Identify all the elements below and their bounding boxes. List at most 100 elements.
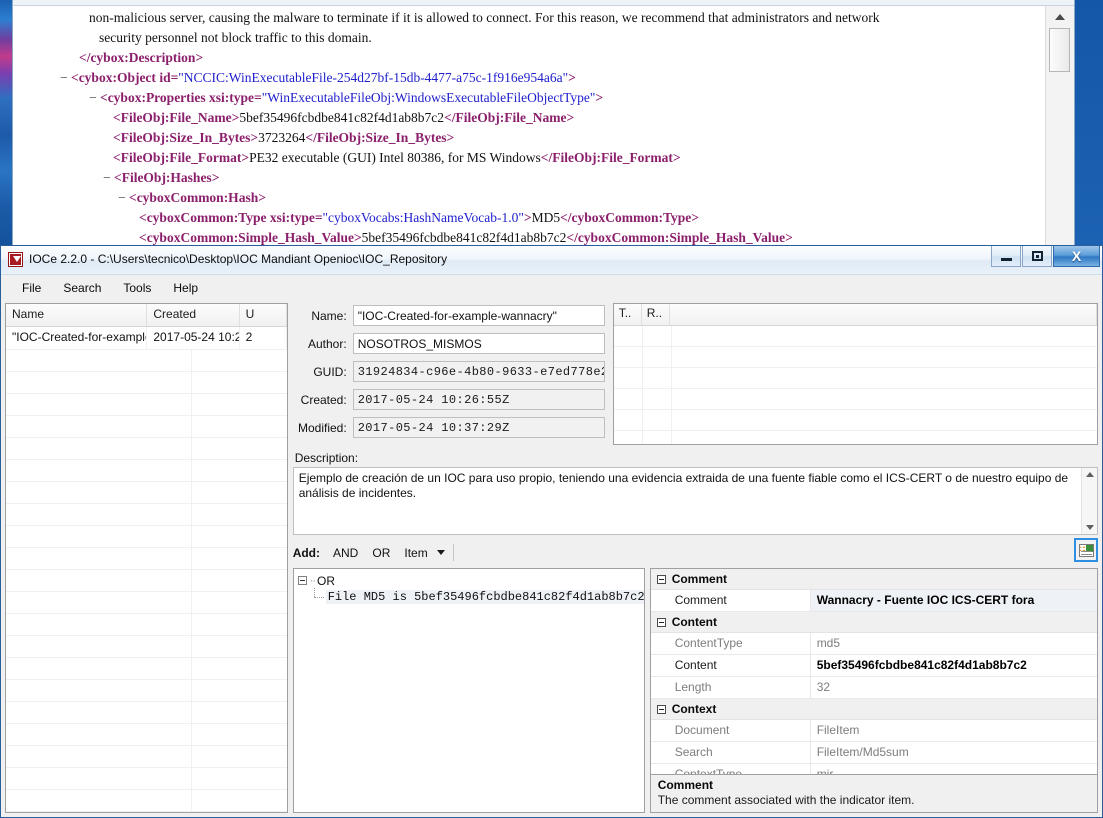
xml-text: non-malicious server, causing the malwar…	[13, 6, 1045, 245]
property-group-label: Context	[671, 702, 717, 716]
collapse-icon[interactable]	[656, 617, 666, 627]
menu-tools[interactable]: Tools	[112, 278, 162, 298]
property-grid[interactable]: Comment Comment Wannacry - Fuente IOC ICS-…	[649, 568, 1098, 775]
field-row-created: Created: 2017-05-24 10:26:55Z	[293, 387, 605, 412]
description-field[interactable]: Ejemplo de creación de un IOC para uso p…	[292, 467, 1098, 535]
xml-txt: 5bef35496fcbdbe841c82f4d1ab8b7c2	[361, 230, 567, 245]
label-name: Name:	[311, 308, 347, 323]
property-row[interactable]: Content 5bef35496fcbdbe841c82f4d1ab8b7c2	[650, 655, 1097, 677]
column-header-blank[interactable]	[670, 304, 1097, 325]
property-value[interactable]: mir	[811, 764, 1097, 774]
description-scrollbar[interactable]	[1081, 468, 1097, 534]
insert-image-button[interactable]	[1074, 538, 1098, 562]
close-icon: X	[1071, 248, 1082, 264]
maximize-button[interactable]	[1022, 246, 1052, 267]
xml-txt: 5bef35496fcbdbe841c82f4d1ab8b7c2	[239, 110, 445, 125]
property-value[interactable]: 5bef35496fcbdbe841c82f4d1ab8b7c2	[811, 655, 1097, 676]
tree-node-or[interactable]: ·· OR	[297, 573, 644, 589]
column-header-updated[interactable]: U	[240, 304, 287, 326]
property-group-header[interactable]: Content	[650, 612, 1097, 633]
menu-search[interactable]: Search	[52, 278, 112, 298]
label-author: Author:	[307, 336, 347, 351]
add-and-button[interactable]: AND	[326, 543, 365, 563]
property-value[interactable]: FileItem/Md5sum	[811, 742, 1097, 763]
xml-tag: >	[568, 70, 576, 85]
property-name: Document	[651, 720, 811, 741]
xml-line: <FileObj:File_Format>PE32 executable (GU…	[13, 148, 1045, 168]
xml-line: − <cyboxCommon:Hash>	[13, 188, 1045, 208]
xml-val: "cyboxVocabs:HashNameVocab-1.0"	[322, 210, 524, 225]
app-icon	[8, 252, 23, 267]
xml-txt: 3723264	[258, 130, 306, 145]
tree-elbow-icon	[312, 588, 326, 604]
property-row[interactable]: ContextType mir	[651, 764, 1097, 774]
description-text[interactable]: Ejemplo de creación de un IOC para uso p…	[294, 468, 1081, 534]
created-input: 2017-05-24 10:26:55Z	[352, 389, 605, 410]
property-row[interactable]: Document FileItem	[650, 720, 1097, 742]
xml-attr: xsi:type=	[209, 90, 262, 105]
scroll-up-icon[interactable]	[1085, 472, 1094, 477]
xml-tag: </cyboxCommon:Simple_Hash_Value>	[566, 230, 793, 245]
indicator-tree[interactable]: ·· OR File MD5 is 5bef35496fcbdbe841c82f…	[292, 568, 645, 813]
table-row[interactable]: "IOC-Created-for-example-wannacry" 2017-…	[6, 327, 287, 350]
xml-scrollbar[interactable]	[1045, 6, 1074, 245]
property-help-pane: Comment The comment associated with the …	[649, 775, 1098, 813]
label-created: Created:	[300, 392, 347, 407]
column-header-created[interactable]: Created	[147, 304, 240, 326]
xml-attr: id=	[159, 70, 179, 85]
add-toolbar: Add: AND OR Item	[292, 538, 1098, 566]
definition-area: ·· OR File MD5 is 5bef35496fcbdbe841c82f…	[292, 568, 1098, 813]
title-bar[interactable]: IOCe 2.2.0 - C:\Users\tecnico\Desktop\IO…	[1, 246, 1102, 275]
property-value[interactable]: 32	[811, 677, 1097, 698]
minimize-button[interactable]	[991, 246, 1021, 267]
collapse-icon[interactable]	[297, 576, 307, 585]
property-row[interactable]: Length 32	[650, 677, 1097, 699]
ioce-application-window: IOCe 2.2.0 - C:\Users\tecnico\Desktop\IO…	[0, 245, 1103, 818]
detail-panel: Name: "IOC-Created-for-example-wannacry"…	[292, 303, 1098, 813]
xml-tag: <FileObj:File_Format>	[113, 150, 250, 165]
menu-file[interactable]: File	[11, 278, 52, 298]
add-item-button[interactable]: Item	[397, 543, 434, 563]
column-header-type[interactable]: T..	[614, 304, 642, 325]
scrollbar-thumb[interactable]	[1049, 28, 1070, 72]
guid-input[interactable]: 31924834-c96e-4b80-9633-e7ed778e2455	[352, 361, 605, 382]
window-title: IOCe 2.2.0 - C:\Users\tecnico\Desktop\IO…	[29, 252, 448, 266]
xml-tag: </cybox:Description>	[79, 50, 204, 65]
metadata-fields: Name: "IOC-Created-for-example-wannacry"…	[293, 303, 605, 445]
xml-line: <cyboxCommon:Type xsi:type="cyboxVocabs:…	[13, 208, 1045, 228]
property-value[interactable]: FileItem	[811, 720, 1097, 741]
author-input[interactable]: NOSOTROS_MISMOS	[352, 333, 605, 354]
xml-viewer-window: non-malicious server, causing the malwar…	[12, 0, 1075, 245]
menu-help[interactable]: Help	[162, 278, 209, 298]
cell-updated: 2	[240, 327, 287, 349]
column-header-ref[interactable]: R..	[642, 304, 670, 325]
metadata-forms: Name: "IOC-Created-for-example-wannacry"…	[293, 303, 1098, 445]
property-row[interactable]: Comment Wannacry - Fuente IOC ICS-CERT fo…	[650, 590, 1097, 612]
property-group-header[interactable]: Context	[650, 699, 1097, 720]
property-help-title: Comment	[657, 778, 714, 792]
property-group-header[interactable]: Comment	[650, 569, 1097, 590]
tree-node-item[interactable]: File MD5 is 5bef35496fcbdbe841c82f4d1ab8…	[312, 588, 644, 604]
add-label: Add:	[292, 545, 321, 560]
property-value[interactable]: md5	[811, 633, 1097, 654]
add-or-button[interactable]: OR	[365, 543, 397, 563]
property-value[interactable]: Wannacry - Fuente IOC ICS-CERT fora	[810, 590, 1097, 611]
window-controls: X	[990, 246, 1100, 269]
references-table[interactable]: T.. R..	[612, 303, 1098, 445]
property-name: Length	[651, 677, 811, 698]
column-header-name[interactable]: Name	[6, 304, 148, 326]
field-row-guid: GUID: 31924834-c96e-4b80-9633-e7ed778e24…	[293, 359, 605, 384]
name-input[interactable]: "IOC-Created-for-example-wannacry"	[352, 305, 605, 326]
close-button[interactable]: X	[1053, 246, 1100, 267]
chevron-down-icon[interactable]	[436, 550, 445, 555]
ioc-list-panel[interactable]: Name Created U "IOC-Created-for-example-…	[5, 303, 288, 813]
xml-minus: −	[60, 70, 71, 85]
scroll-down-icon[interactable]	[1085, 525, 1094, 530]
scroll-up-icon[interactable]	[1055, 14, 1065, 20]
collapse-icon[interactable]	[656, 704, 666, 714]
property-row[interactable]: ContentType md5	[650, 633, 1097, 655]
property-row[interactable]: Search FileItem/Md5sum	[650, 742, 1097, 764]
xml-tag: >	[523, 210, 532, 225]
tree-dots: ··	[309, 575, 316, 587]
collapse-icon[interactable]	[656, 574, 666, 584]
